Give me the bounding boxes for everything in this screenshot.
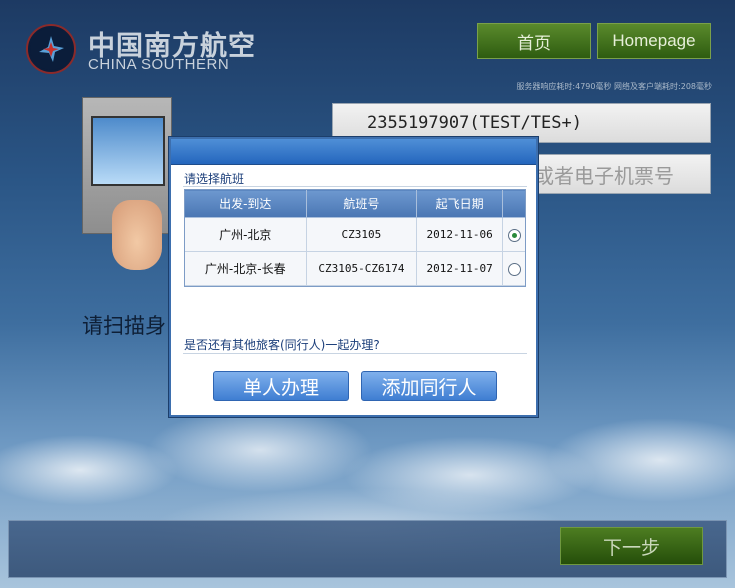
companion-question: 是否还有其他旅客(同行人)一起办理? [184, 338, 380, 352]
single-checkin-button[interactable]: 单人办理 [213, 371, 349, 401]
airline-logo: 中国南方航空 CHINA SOUTHERN [26, 24, 256, 80]
column-header-date: 起飞日期 [416, 189, 504, 218]
route-cell: 广州-北京 [184, 217, 307, 252]
table-row[interactable]: 广州-北京-长春 CZ3105-CZ6174 2012-11-07 [184, 251, 526, 286]
logo-english-text: CHINA SOUTHERN [88, 56, 230, 73]
divider [183, 186, 527, 187]
table-row[interactable]: 广州-北京 CZ3105 2012-11-06 [184, 217, 526, 252]
flight-number-cell: CZ3105 [305, 217, 418, 252]
select-flight-prompt: 请选择航班 [184, 172, 245, 186]
table-header-row: 出发-到达 航班号 起飞日期 [184, 189, 526, 218]
flight-number-cell: CZ3105-CZ6174 [305, 251, 418, 286]
departure-date-cell: 2012-11-06 [416, 217, 504, 252]
flight-radio-selected[interactable] [507, 228, 521, 242]
dialog-titlebar [171, 139, 536, 165]
home-button-chinese[interactable]: 首页 [477, 23, 591, 59]
column-header-select [502, 189, 526, 218]
kapok-flower-logo-icon [26, 24, 76, 74]
next-step-button[interactable]: 下一步 [560, 527, 703, 565]
home-button-english[interactable]: Homepage [597, 23, 711, 59]
flight-table: 出发-到达 航班号 起飞日期 广州-北京 CZ3105 2012-11-06 广… [184, 189, 526, 286]
hand-with-passport-illustration [112, 200, 162, 270]
route-cell: 广州-北京-长春 [184, 251, 307, 286]
add-companion-button[interactable]: 添加同行人 [361, 371, 497, 401]
flight-selection-dialog: 请选择航班 出发-到达 航班号 起飞日期 广州-北京 CZ3105 2012-1… [169, 137, 538, 417]
column-header-route: 出发-到达 [184, 189, 307, 218]
divider [183, 353, 527, 354]
departure-date-cell: 2012-11-07 [416, 251, 504, 286]
column-header-flight: 航班号 [305, 189, 418, 218]
kiosk-screen [91, 116, 165, 186]
flight-radio-unselected[interactable] [507, 262, 521, 276]
scan-instruction-text: 请扫描身 [82, 314, 166, 338]
response-timing-text: 服务器响应耗时:4790毫秒 网络及客户端耗时:208毫秒 [516, 82, 712, 91]
